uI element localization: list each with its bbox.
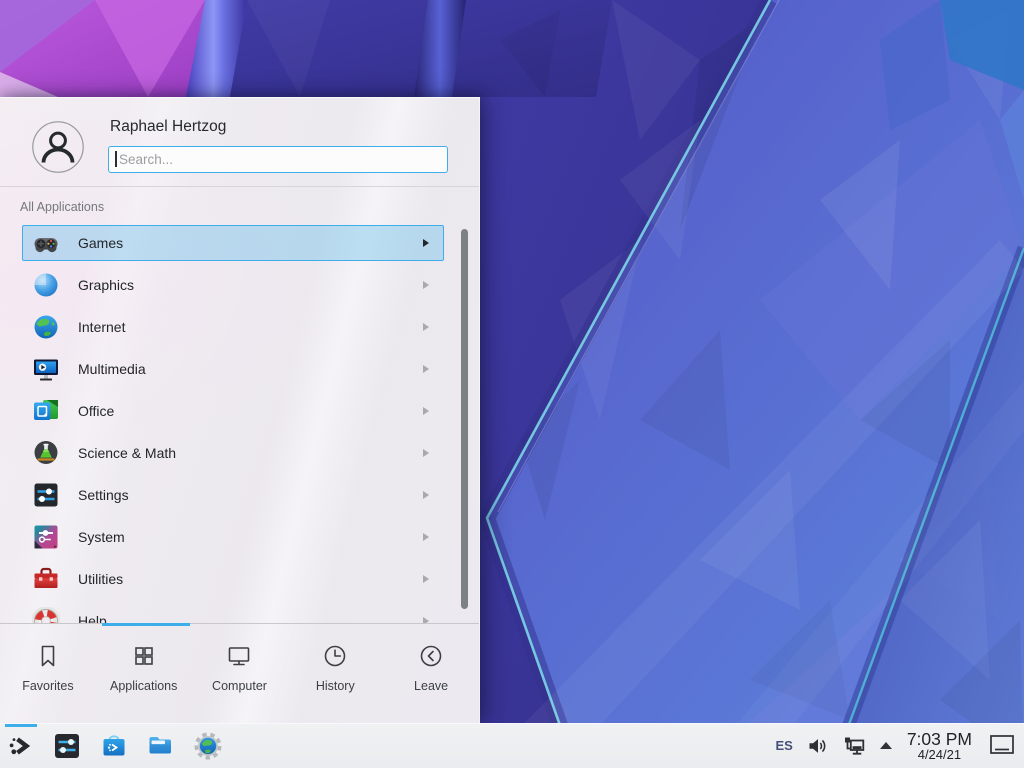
help-lifebuoy-icon	[32, 607, 60, 624]
category-science-math[interactable]: Science & Math	[0, 432, 479, 474]
category-settings[interactable]: Settings	[0, 474, 479, 516]
show-desktop-icon	[987, 732, 1017, 760]
category-list: Games Graphics	[0, 222, 479, 624]
submenu-arrow-icon	[423, 323, 429, 331]
launcher-header: Raphael Hertzog	[0, 98, 479, 186]
system-tray: ES 7:03 PM 4/24/21	[775, 730, 1024, 762]
category-utilities[interactable]: Utilities	[0, 558, 479, 600]
tabbar-divider	[0, 623, 479, 624]
submenu-arrow-icon	[423, 575, 429, 583]
system-settings-icon[interactable]	[52, 731, 82, 761]
tab-history[interactable]: History	[287, 642, 383, 723]
volume-icon[interactable]	[806, 735, 828, 757]
category-internet[interactable]: Internet	[0, 306, 479, 348]
tab-leave[interactable]: Leave	[383, 642, 479, 723]
taskbar-panel: ES 7:03 PM 4/24/21	[0, 723, 1024, 768]
multimedia-monitor-icon	[32, 355, 60, 383]
show-desktop-button[interactable]	[987, 731, 1017, 761]
submenu-arrow-icon	[423, 281, 429, 289]
section-label: All Applications	[20, 200, 104, 214]
globe-icon	[32, 313, 60, 341]
category-system[interactable]: System	[0, 516, 479, 558]
system-sliders-icon	[32, 523, 60, 551]
submenu-arrow-icon	[423, 239, 429, 247]
scrollbar[interactable]	[461, 229, 468, 609]
submenu-arrow-icon	[423, 365, 429, 373]
folder-icon[interactable]	[146, 731, 176, 761]
submenu-arrow-icon	[423, 407, 429, 415]
monitor-icon	[225, 642, 253, 670]
discover-bag-icon[interactable]	[99, 731, 129, 761]
category-office[interactable]: Office	[0, 390, 479, 432]
science-flask-icon	[32, 439, 60, 467]
application-launcher-popup: Raphael Hertzog All Applications	[0, 97, 480, 723]
submenu-arrow-icon	[423, 491, 429, 499]
utilities-toolbox-icon	[32, 565, 60, 593]
launcher-tabbar: Favorites Applications Computer	[0, 623, 479, 723]
office-documents-icon	[32, 397, 60, 425]
search-input[interactable]	[108, 146, 448, 173]
tab-favorites[interactable]: Favorites	[0, 642, 96, 723]
category-games[interactable]: Games	[0, 222, 479, 264]
tab-computer[interactable]: Computer	[192, 642, 288, 723]
settings-sliders-icon	[32, 481, 60, 509]
network-icon[interactable]	[841, 734, 867, 758]
header-divider	[0, 186, 479, 187]
grid-icon	[130, 642, 158, 670]
submenu-arrow-icon	[423, 533, 429, 541]
globe-gear-icon[interactable]	[193, 731, 223, 761]
user-avatar-icon	[32, 121, 84, 173]
bookmark-icon	[34, 642, 62, 670]
expand-tray-caret-icon[interactable]	[880, 742, 892, 749]
category-help[interactable]: Help	[0, 600, 479, 624]
text-cursor	[115, 151, 117, 167]
category-graphics[interactable]: Graphics	[0, 264, 479, 306]
graphics-sphere-icon	[32, 271, 60, 299]
category-multimedia[interactable]: Multimedia	[0, 348, 479, 390]
active-tab-indicator	[102, 623, 190, 626]
clock-date: 4/24/21	[907, 748, 972, 762]
kde-launcher-icon[interactable]	[5, 731, 35, 761]
tab-applications[interactable]: Applications	[96, 642, 192, 723]
gamepad-icon	[32, 229, 60, 257]
digital-clock[interactable]: 7:03 PM 4/24/21	[905, 730, 974, 762]
desktop: Raphael Hertzog All Applications	[0, 0, 1024, 768]
leave-icon	[417, 642, 445, 670]
submenu-arrow-icon	[423, 449, 429, 457]
clock-time: 7:03 PM	[907, 730, 972, 748]
keyboard-layout-indicator[interactable]: ES	[775, 738, 792, 753]
user-name: Raphael Hertzog	[110, 118, 226, 136]
clock-icon	[321, 642, 349, 670]
launcher-active-indicator	[5, 724, 37, 727]
